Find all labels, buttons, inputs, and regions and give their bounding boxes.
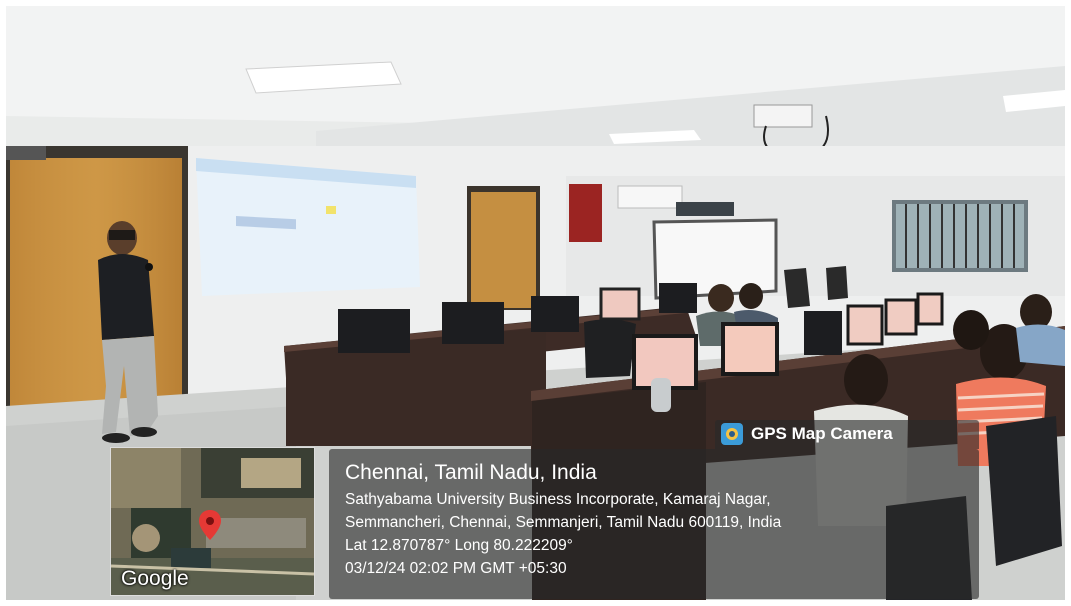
photo-frame: Google GPS Map Camera Chennai, Tamil Nad… xyxy=(6,6,1065,600)
coordinates: Lat 12.870787° Long 80.222209° xyxy=(345,537,573,554)
map-thumbnail: Google xyxy=(110,447,315,596)
timestamp: 03/12/24 02:02 PM GMT +05:30 xyxy=(345,560,567,577)
location-title: Chennai, Tamil Nadu, India xyxy=(345,461,597,484)
address-line-1: Sathyabama University Business Incorpora… xyxy=(345,491,771,508)
location-overlay: Chennai, Tamil Nadu, India Sathyabama Un… xyxy=(329,449,979,599)
gps-map-camera-badge: GPS Map Camera xyxy=(715,420,979,449)
map-pin-camera-icon xyxy=(721,423,743,445)
address-line-2: Semmancheri, Chennai, Semmanjeri, Tamil … xyxy=(345,514,782,531)
google-logo: Google xyxy=(121,567,189,590)
app-name: GPS Map Camera xyxy=(751,424,893,443)
